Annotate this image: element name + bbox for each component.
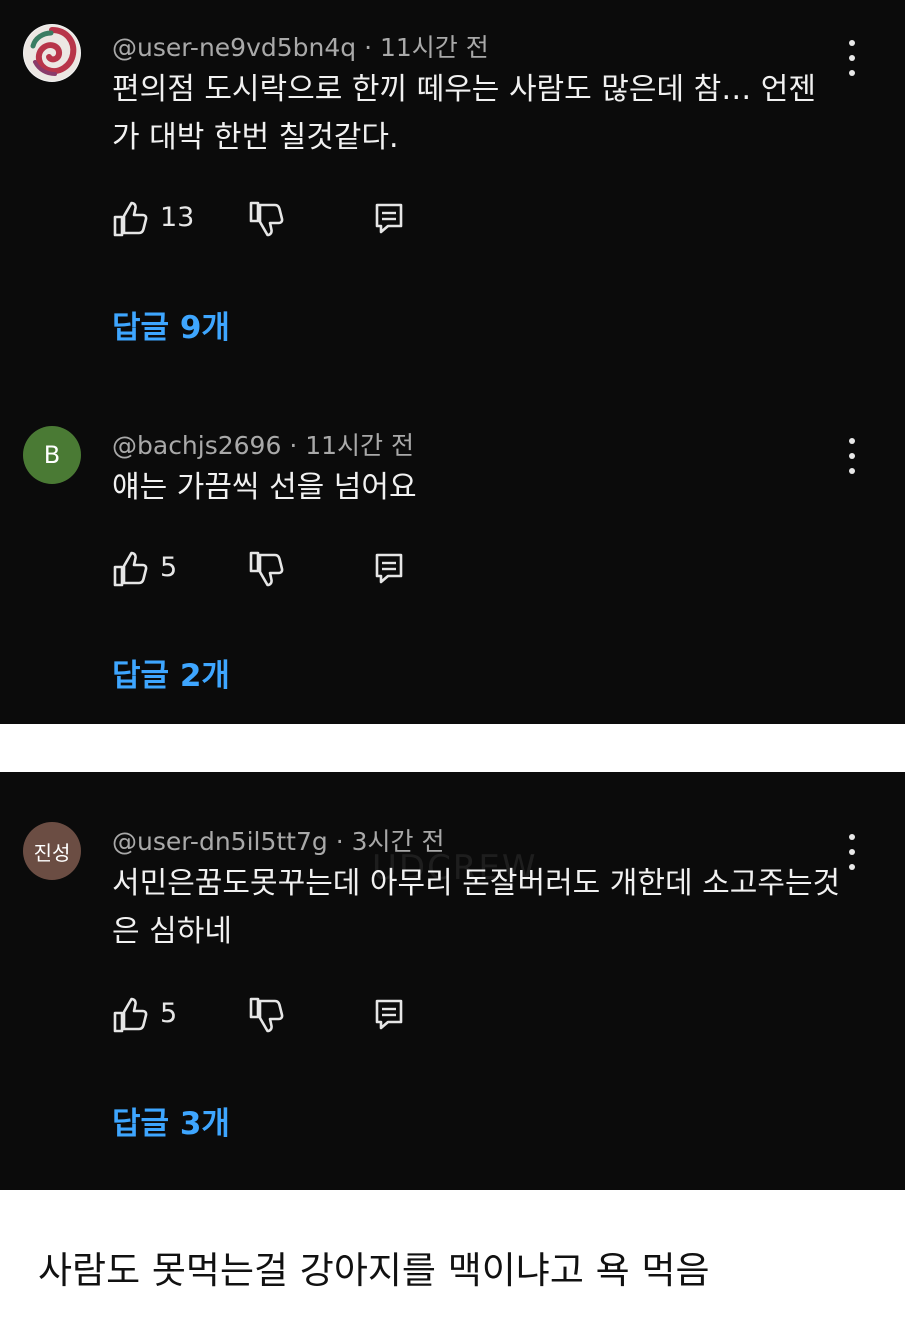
reply-icon[interactable] [374,202,404,234]
avatar-swirl-icon[interactable] [23,24,81,82]
comment-text: 얘는 가끔씩 선을 넘어요 [112,470,417,505]
reply-icon[interactable] [374,998,404,1030]
timestamp: 11시간 전 [305,431,414,460]
meta-separator: · [289,431,298,460]
avatar[interactable]: B [23,426,81,484]
reply-icon[interactable] [374,552,404,584]
more-vert-icon[interactable] [838,40,866,76]
meta-separator: · [335,827,344,856]
replies-link[interactable]: 답글 2개 [112,650,230,695]
username[interactable]: @user-dn5il5tt7g [112,827,328,856]
replies-link[interactable]: 답글 3개 [112,1098,230,1143]
watermark: UDCREW [372,848,538,888]
thumbs-up-icon[interactable] [112,550,150,588]
replies-link[interactable]: 답글 9개 [112,302,230,347]
avatar[interactable]: 진성 [23,822,81,880]
more-vert-icon[interactable] [838,834,866,870]
username[interactable]: @user-ne9vd5bn4q [112,33,356,62]
thumbs-down-icon[interactable] [248,200,286,238]
meta-separator: · [364,33,373,62]
like-count: 13 [160,202,195,233]
comment-3: 진성 @user-dn5il5tt7g · 3시간 전 서민은꿈도못꾸는데 아무… [0,772,905,1190]
comment-1: @user-ne9vd5bn4q · 11시간 전 편의점 도시락으로 한끼 떼… [0,0,905,360]
comment-text: 편의점 도시락으로 한끼 떼우는 사람도 많은데 참… 언젠가 대박 한번 칠것… [112,72,816,155]
comments-panel-bottom: 진성 @user-dn5il5tt7g · 3시간 전 서민은꿈도못꾸는데 아무… [0,772,905,1190]
like-count: 5 [160,998,178,1029]
caption-text: 사람도 못먹는걸 강아지를 맥이냐고 욕 먹음 [38,1249,710,1292]
thumbs-down-icon[interactable] [248,996,286,1034]
thumbs-down-icon[interactable] [248,550,286,588]
username[interactable]: @bachjs2696 [112,431,281,460]
more-vert-icon[interactable] [838,438,866,474]
thumbs-up-icon[interactable] [112,200,150,238]
timestamp: 11시간 전 [380,33,489,62]
comment-actions: 5 [112,996,432,1036]
thumbs-up-icon[interactable] [112,996,150,1034]
like-count: 5 [160,552,178,583]
comment-actions: 5 [112,550,432,590]
comment-meta: @bachjs2696 · 11시간 전 [112,426,414,462]
comments-panel-top: @user-ne9vd5bn4q · 11시간 전 편의점 도시락으로 한끼 떼… [0,0,905,724]
comment-2: B @bachjs2696 · 11시간 전 얘는 가끔씩 선을 넘어요 5 답… [0,410,905,710]
comment-actions: 13 [112,200,432,240]
comment-meta: @user-ne9vd5bn4q · 11시간 전 [112,28,489,64]
